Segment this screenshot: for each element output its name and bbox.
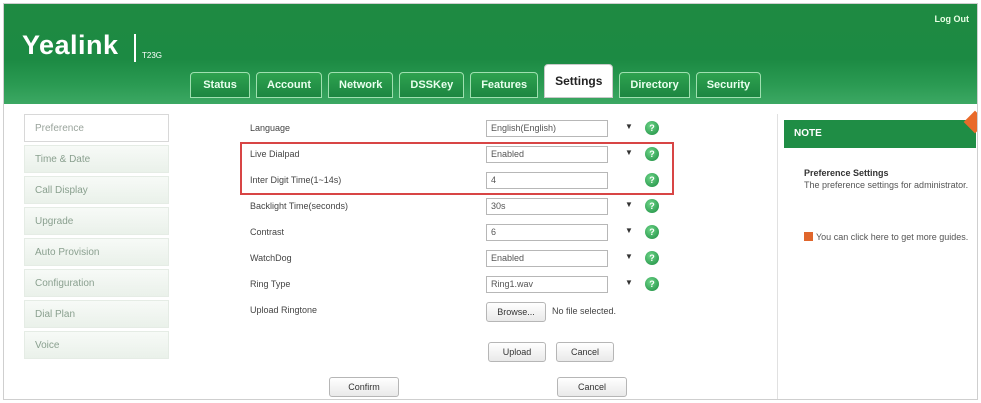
language-label: Language: [250, 123, 291, 133]
sidebar-item-configuration[interactable]: Configuration: [24, 269, 169, 297]
tab-dsskey[interactable]: DSSKey: [399, 72, 465, 98]
ring-type-label: Ring Type: [250, 279, 291, 289]
tab-security[interactable]: Security: [695, 72, 762, 98]
note-header: NOTE: [784, 120, 976, 148]
note-title: Preference Settings: [804, 168, 889, 178]
contrast-select[interactable]: 6: [486, 224, 608, 241]
tab-features[interactable]: Features: [470, 72, 539, 98]
watchdog-label: WatchDog: [250, 253, 292, 263]
sidebar-item-dial-plan[interactable]: Dial Plan: [24, 300, 169, 328]
row-ring-type: Ring Type Ring1.wav ▼ ?: [240, 274, 680, 297]
help-icon[interactable]: ?: [645, 121, 659, 135]
upload-button[interactable]: Upload: [488, 342, 546, 362]
dropdown-arrow-icon[interactable]: ▼: [625, 252, 633, 261]
dropdown-arrow-icon[interactable]: ▼: [625, 200, 633, 209]
logo-separator: [134, 34, 136, 62]
phone-model: T23G: [142, 51, 163, 60]
row-language: Language English(English) ▼ ?: [240, 118, 680, 141]
upload-cancel-button[interactable]: Cancel: [556, 342, 614, 362]
help-icon[interactable]: ?: [645, 199, 659, 213]
yealink-logo: Yealink: [22, 30, 119, 60]
tab-settings[interactable]: Settings: [544, 64, 614, 98]
note-text: The preference settings for administrato…: [804, 180, 969, 190]
sidebar-item-preference[interactable]: Preference: [24, 114, 169, 142]
dropdown-arrow-icon[interactable]: ▼: [625, 226, 633, 235]
upload-ringtone-label: Upload Ringtone: [250, 305, 318, 315]
help-icon[interactable]: ?: [645, 251, 659, 265]
top-tabs: Status Account Network DSSKey Features S…: [190, 64, 762, 98]
browse-button[interactable]: Browse...: [486, 302, 546, 322]
row-upload-ringtone: Upload Ringtone Browse... No file select…: [240, 300, 680, 323]
cancel-button[interactable]: Cancel: [557, 377, 627, 397]
row-watchdog: WatchDog Enabled ▼ ?: [240, 248, 680, 271]
tab-account[interactable]: Account: [256, 72, 322, 98]
note-panel: NOTE Preference Settings The preference …: [777, 110, 977, 399]
tab-status[interactable]: Status: [190, 72, 250, 98]
watchdog-select[interactable]: Enabled: [486, 250, 608, 267]
sidebar-item-auto-provision[interactable]: Auto Provision: [24, 238, 169, 266]
backlight-time-label: Backlight Time(seconds): [250, 201, 349, 211]
row-contrast: Contrast 6 ▼ ?: [240, 222, 680, 245]
header-bar: Yealink T23G Log Out Status Account Netw…: [4, 4, 977, 104]
book-icon: [804, 232, 813, 241]
backlight-time-select[interactable]: 30s: [486, 198, 608, 215]
language-select[interactable]: English(English): [486, 120, 608, 137]
dropdown-arrow-icon[interactable]: ▼: [625, 278, 633, 287]
sidebar-item-upgrade[interactable]: Upgrade: [24, 207, 169, 235]
ring-type-select[interactable]: Ring1.wav: [486, 276, 608, 293]
dropdown-arrow-icon[interactable]: ▼: [625, 122, 633, 131]
no-file-text: No file selected.: [552, 306, 617, 316]
row-backlight-time: Backlight Time(seconds) 30s ▼ ?: [240, 196, 680, 219]
confirm-button[interactable]: Confirm: [329, 377, 399, 397]
highlight-box: [240, 142, 674, 195]
help-icon[interactable]: ?: [645, 225, 659, 239]
tab-directory[interactable]: Directory: [619, 72, 690, 98]
contrast-label: Contrast: [250, 227, 285, 237]
sidebar-item-time-date[interactable]: Time & Date: [24, 145, 169, 173]
sidebar-item-voice[interactable]: Voice: [24, 331, 169, 359]
note-guide-link[interactable]: You can click here to get more guides.: [804, 232, 974, 243]
sidebar-item-call-display[interactable]: Call Display: [24, 176, 169, 204]
logout-link[interactable]: Log Out: [935, 14, 970, 24]
sidebar: Preference Time & Date Call Display Upgr…: [24, 114, 169, 362]
tab-network[interactable]: Network: [328, 72, 394, 98]
browser-page: Yealink T23G Log Out Status Account Netw…: [3, 3, 978, 400]
note-link-text[interactable]: You can click here to get more guides.: [816, 232, 968, 242]
help-icon[interactable]: ?: [645, 277, 659, 291]
